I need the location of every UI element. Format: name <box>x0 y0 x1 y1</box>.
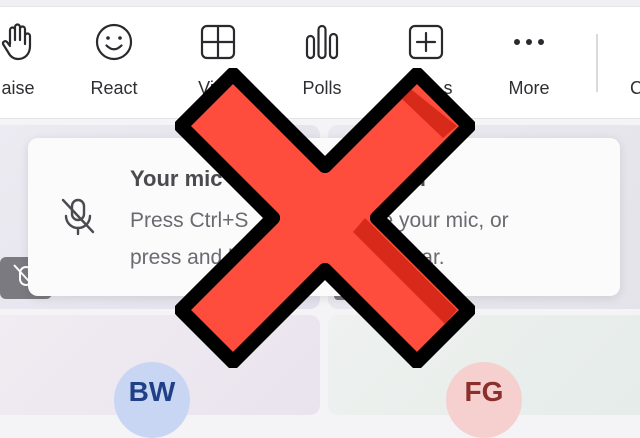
grid-icon <box>200 24 236 60</box>
more-button[interactable]: More <box>489 22 569 106</box>
smiley-icon <box>95 23 133 61</box>
polls-icon <box>305 24 339 60</box>
react-label: React <box>90 78 138 98</box>
avatar: BW <box>114 362 190 438</box>
big-x-icon <box>175 68 475 368</box>
avatar-initials: FG <box>464 376 504 407</box>
more-dots-icon <box>514 39 544 45</box>
plus-square-icon <box>408 24 444 60</box>
camera-button[interactable]: C <box>620 22 640 106</box>
react-button[interactable]: React <box>74 22 154 106</box>
toolbar-divider <box>596 34 598 92</box>
hand-icon <box>1 23 32 61</box>
avatar: FG <box>446 362 522 438</box>
toolbar-top-edge <box>0 0 640 7</box>
camera-label: C <box>630 78 640 98</box>
mic-off-icon <box>61 198 95 236</box>
more-label: More <box>508 78 550 98</box>
raise-hand-button[interactable]: aise <box>0 22 58 106</box>
avatar-initials: BW <box>128 376 176 407</box>
raise-hand-label: aise <box>1 78 35 98</box>
